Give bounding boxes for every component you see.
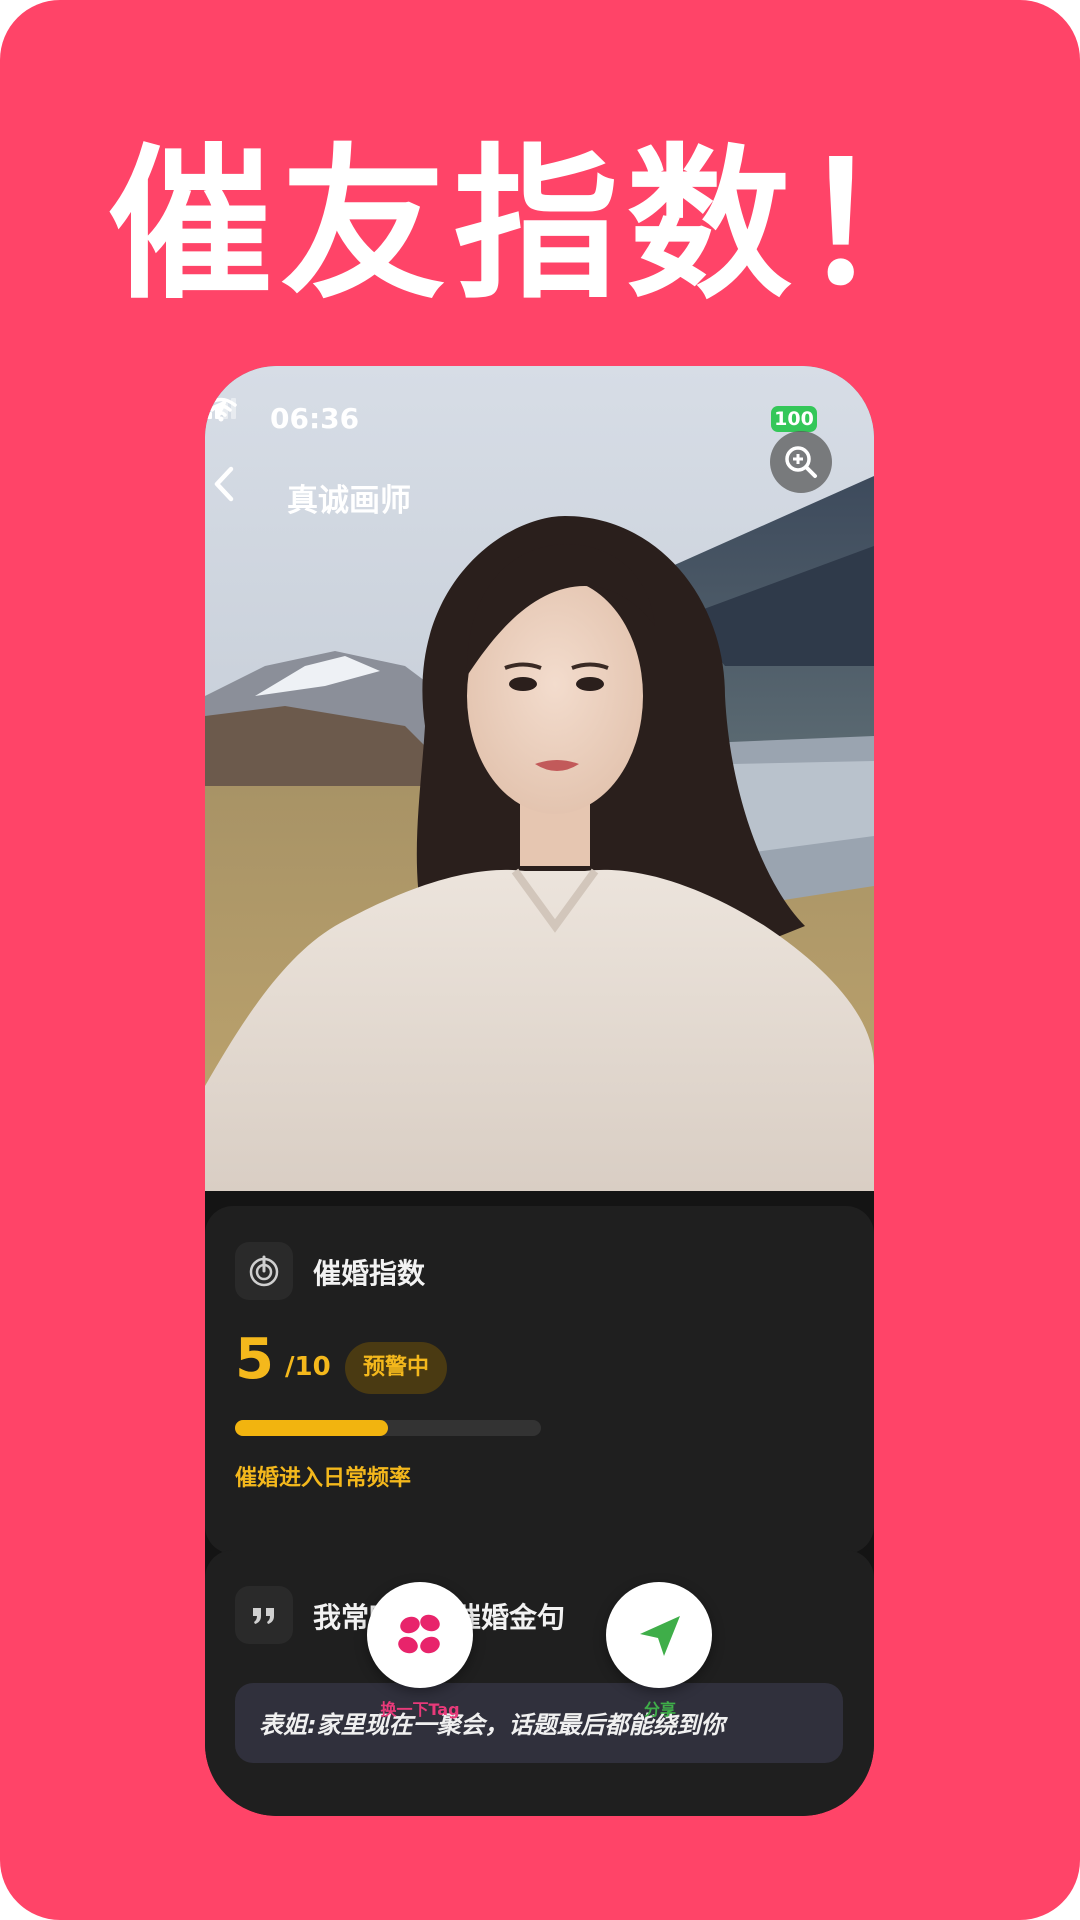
card-icon-box bbox=[235, 1242, 293, 1300]
quote-icon bbox=[253, 1608, 274, 1624]
wifi-icon bbox=[205, 397, 237, 422]
profile-photo[interactable]: 06:36 100 真诚画师 bbox=[205, 366, 874, 1191]
zoom-in-icon bbox=[785, 446, 817, 478]
quote-box: 表姐:家里现在一聚会，话题最后都能绕到你 bbox=[235, 1683, 843, 1763]
phone-screen: 06:36 100 真诚画师 催婚指数 5 /10 预警中 催婚进入日常频率 表… bbox=[205, 366, 874, 1816]
shuffle-tag-button[interactable] bbox=[367, 1582, 473, 1688]
card-icon-box bbox=[235, 1586, 293, 1644]
send-icon bbox=[640, 1616, 680, 1656]
share-button[interactable] bbox=[606, 1582, 712, 1688]
page-title: 真诚画师 bbox=[287, 483, 411, 519]
progress-bar bbox=[235, 1420, 541, 1436]
quote-card: 我常听到的催婚金句 表姐:家里现在一聚会，话题最后都能绕到你 bbox=[205, 1550, 874, 1816]
status-badge: 预警中 bbox=[345, 1342, 447, 1394]
headline: 催友指数！ bbox=[107, 129, 973, 321]
progress-note: 催婚进入日常频率 bbox=[235, 1466, 412, 1491]
index-score-max: /10 bbox=[285, 1352, 331, 1382]
target-icon bbox=[249, 1255, 279, 1287]
status-time: 06:36 bbox=[270, 402, 360, 435]
share-label: 分享 bbox=[643, 1700, 676, 1719]
marriage-index-card: 催婚指数 5 /10 预警中 催婚进入日常频率 bbox=[205, 1206, 874, 1554]
card-title: 催婚指数 bbox=[313, 1257, 426, 1290]
zoom-button[interactable] bbox=[770, 431, 832, 493]
shuffle-tag-label: 换一下Tag bbox=[380, 1700, 460, 1719]
promo-canvas: 催友指数！ 06:36 100 真诚画师 催婚指数 5 /10 预警中 催婚进入… bbox=[0, 0, 1080, 1920]
progress-fill bbox=[235, 1420, 388, 1436]
status-bar: 06:36 100 bbox=[205, 396, 874, 448]
index-score: 5 bbox=[235, 1327, 274, 1392]
battery-indicator: 100 bbox=[771, 406, 817, 432]
chevron-left-icon[interactable] bbox=[205, 461, 245, 507]
flower-icon bbox=[398, 1614, 440, 1654]
